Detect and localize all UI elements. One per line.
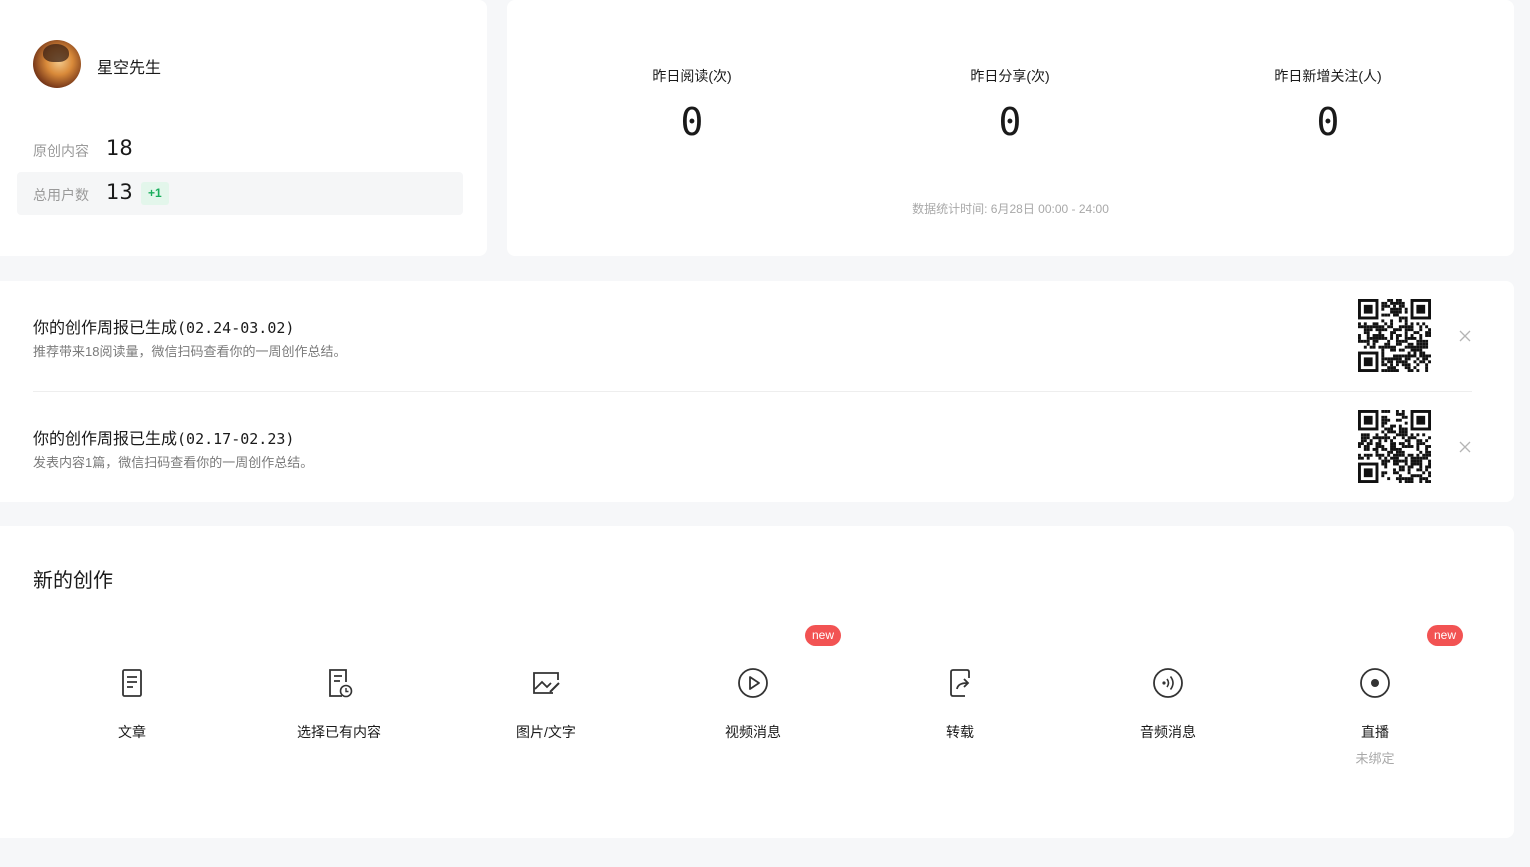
select-existing-content-button[interactable]: 选择已有内容 [264, 666, 414, 742]
qr-code-icon [1358, 410, 1431, 483]
stat-label: 昨日分享(次) [970, 68, 1050, 84]
stat-label: 昨日新增关注(人) [1274, 68, 1382, 84]
total-users-label: 总用户数 [33, 187, 89, 203]
report-title-range: (02.24-03.02) [177, 319, 295, 337]
tool-label: 文章 [118, 724, 146, 740]
stat-yesterday-reads: 昨日阅读(次) 0 [562, 66, 822, 144]
original-content-row: 原创内容 18 [17, 128, 463, 171]
tool-label: 视频消息 [725, 724, 781, 740]
original-content-label: 原创内容 [33, 143, 89, 159]
tool-label: 直播 [1361, 724, 1389, 740]
weekly-report-item: 你的创作周报已生成(02.17-02.23) 发表内容1篇，微信扫码查看你的一周… [33, 392, 1472, 502]
audio-icon [1153, 668, 1183, 698]
report-desc: 发表内容1篇，微信扫码查看你的一周创作总结。 [33, 455, 314, 470]
report-title-range: (02.17-02.23) [177, 430, 295, 448]
existing-content-icon [329, 669, 353, 698]
video-message-button[interactable]: 视频消息 [678, 666, 828, 742]
stat-value: 0 [1316, 100, 1340, 144]
new-badge: new [1427, 625, 1464, 646]
new-creation-card: 新的创作 文章 选择已有内容 图片/文字 视频消息 new 转载 音频消息 直播… [0, 526, 1514, 838]
report-title: 你的创作周报已生成(02.17-02.23) [33, 425, 294, 449]
report-desc: 推荐带来18阅读量，微信扫码查看你的一周创作总结。 [33, 344, 347, 359]
weekly-reports-card: 你的创作周报已生成(02.24-03.02) 推荐带来18阅读量，微信扫码查看你… [0, 281, 1514, 502]
original-content-value: 18 [106, 136, 133, 160]
users-delta-badge: +1 [141, 182, 169, 205]
repost-button[interactable]: 转载 [885, 666, 1035, 742]
total-users-value: 13 [106, 180, 133, 204]
live-unbound-status: 未绑定 [1355, 751, 1395, 766]
tool-label: 选择已有内容 [297, 724, 381, 740]
video-icon [738, 668, 768, 698]
report-title-prefix: 你的创作周报已生成 [33, 431, 178, 448]
image-text-button[interactable]: 图片/文字 [471, 666, 621, 742]
section-title: 新的创作 [33, 570, 113, 592]
tool-label: 音频消息 [1140, 724, 1196, 740]
report-title-prefix: 你的创作周报已生成 [33, 320, 178, 337]
total-users-row: 总用户数 13 +1 [17, 172, 463, 215]
audio-message-button[interactable]: 音频消息 [1093, 666, 1243, 742]
live-icon [1360, 668, 1390, 698]
live-stream-button[interactable]: 直播 未绑定 [1300, 666, 1450, 767]
create-article-button[interactable]: 文章 [57, 666, 207, 742]
profile-card: 星空先生 原创内容 18 总用户数 13 +1 [0, 0, 487, 256]
stat-value: 0 [680, 100, 704, 144]
avatar[interactable] [33, 40, 81, 88]
stat-yesterday-follows: 昨日新增关注(人) 0 [1198, 66, 1458, 144]
qr-code-icon [1358, 299, 1431, 372]
stats-card: 昨日阅读(次) 0 昨日分享(次) 0 昨日新增关注(人) 0 数据统计时间: … [507, 0, 1514, 256]
report-title: 你的创作周报已生成(02.24-03.02) [33, 314, 294, 338]
stats-time-note: 数据统计时间: 6月28日 00:00 - 24:00 [912, 202, 1109, 216]
stat-label: 昨日阅读(次) [652, 68, 732, 84]
close-icon[interactable] [1458, 440, 1472, 454]
weekly-report-item: 你的创作周报已生成(02.24-03.02) 推荐带来18阅读量，微信扫码查看你… [33, 281, 1472, 391]
image-text-icon [533, 672, 560, 694]
new-badge: new [805, 625, 842, 646]
username: 星空先生 [97, 60, 162, 77]
repost-icon [950, 669, 970, 697]
article-icon [122, 669, 142, 697]
close-icon[interactable] [1458, 329, 1472, 343]
stat-yesterday-shares: 昨日分享(次) 0 [880, 66, 1140, 144]
tool-label: 图片/文字 [516, 724, 576, 740]
stat-value: 0 [998, 100, 1022, 144]
tool-label: 转载 [946, 724, 974, 740]
